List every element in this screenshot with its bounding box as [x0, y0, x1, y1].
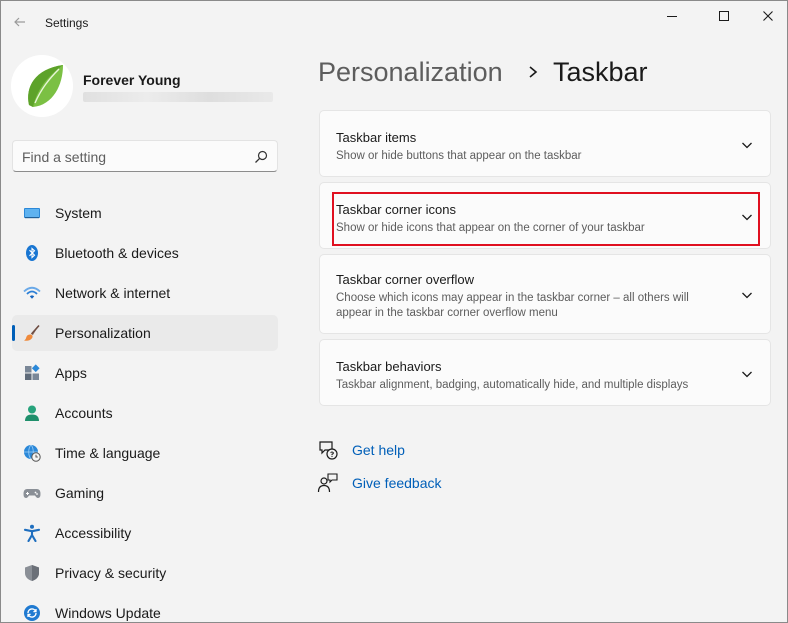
sidebar-item-label: Time & language: [55, 445, 161, 461]
page-title: Taskbar: [553, 57, 648, 87]
help-chat-icon: [319, 441, 338, 460]
sidebar-item-label: Personalization: [55, 325, 151, 341]
chevron-down-icon[interactable]: [740, 288, 754, 302]
globe-clock-icon: [24, 444, 41, 462]
settings-window: Settings Forever Young System Bluetooth …: [0, 0, 788, 623]
maximize-icon: [719, 11, 729, 21]
leaf-icon: [11, 55, 73, 117]
sidebar-item-bluetooth[interactable]: Bluetooth & devices: [12, 235, 278, 271]
update-icon: [24, 605, 40, 621]
gamepad-icon: [23, 489, 41, 498]
chevron-down-icon[interactable]: [740, 367, 754, 381]
search-icon[interactable]: [253, 149, 269, 165]
card-taskbar-items[interactable]: Taskbar items Show or hide buttons that …: [319, 110, 771, 177]
sidebar-item-label: Bluetooth & devices: [55, 245, 179, 261]
search-box[interactable]: [12, 140, 278, 172]
sidebar-item-network[interactable]: Network & internet: [12, 275, 278, 311]
sidebar-item-gaming[interactable]: Gaming: [12, 475, 278, 511]
sidebar-item-privacy[interactable]: Privacy & security: [12, 555, 278, 591]
card-description: Show or hide buttons that appear on the …: [336, 150, 582, 162]
sidebar-item-label: Apps: [55, 365, 87, 381]
sidebar-item-system[interactable]: System: [12, 195, 278, 231]
sidebar-item-label: System: [55, 205, 102, 221]
breadcrumb: Personalization Taskbar: [318, 57, 648, 93]
sidebar-item-windows-update[interactable]: Windows Update: [12, 595, 278, 622]
card-taskbar-behaviors[interactable]: Taskbar behaviors Taskbar alignment, bad…: [319, 339, 771, 406]
minimize-icon: [667, 16, 677, 17]
close-icon: [763, 11, 773, 21]
title-bar: Settings: [1, 1, 787, 45]
close-button[interactable]: [745, 1, 787, 31]
sidebar-item-label: Network & internet: [55, 285, 171, 301]
card-description: appear in the taskbar corner overflow me…: [336, 307, 558, 319]
active-indicator: [12, 325, 15, 341]
sidebar-item-label: Gaming: [55, 485, 105, 501]
sidebar-item-time-language[interactable]: Time & language: [12, 435, 278, 471]
back-button[interactable]: [9, 11, 31, 33]
sidebar-item-accounts[interactable]: Accounts: [12, 395, 278, 431]
card-title: Taskbar corner overflow: [336, 272, 474, 287]
redacted-email: [83, 92, 273, 102]
card-description: Taskbar alignment, badging, automaticall…: [336, 379, 689, 391]
get-help-label: Get help: [352, 442, 405, 458]
sidebar-item-apps[interactable]: Apps: [12, 355, 278, 391]
sidebar-item-label: Windows Update: [55, 605, 161, 621]
card-description: Choose which icons may appear in the tas…: [336, 292, 689, 304]
person-icon: [25, 405, 39, 421]
sidebar-item-personalization[interactable]: Personalization: [12, 315, 278, 351]
avatar[interactable]: [11, 55, 73, 117]
card-title: Taskbar items: [336, 130, 417, 145]
brush-icon: [24, 324, 40, 341]
bluetooth-icon: [26, 245, 38, 261]
search-input[interactable]: [22, 149, 242, 165]
sidebar-item-accessibility[interactable]: Accessibility: [12, 515, 278, 551]
sidebar-item-label: Privacy & security: [55, 565, 167, 581]
back-arrow-icon: [14, 17, 25, 27]
user-name: Forever Young: [83, 72, 181, 88]
apps-icon: [25, 364, 40, 380]
card-taskbar-corner-overflow[interactable]: Taskbar corner overflow Choose which ico…: [319, 254, 771, 334]
wifi-icon: [23, 286, 41, 299]
chevron-right-icon: [529, 66, 538, 78]
sidebar-item-label: Accessibility: [55, 525, 132, 541]
sidebar-item-label: Accounts: [55, 405, 113, 421]
shield-icon: [25, 565, 39, 581]
maximize-button[interactable]: [701, 1, 747, 31]
feedback-icon: [317, 473, 338, 493]
accessibility-icon: [23, 524, 41, 542]
minimize-button[interactable]: [649, 1, 695, 31]
highlight-box: [332, 192, 760, 246]
app-title: Settings: [45, 16, 89, 30]
chevron-down-icon[interactable]: [740, 138, 754, 152]
give-feedback-label: Give feedback: [352, 475, 442, 491]
monitor-icon: [24, 208, 40, 219]
breadcrumb-parent[interactable]: Personalization: [318, 57, 503, 87]
card-title: Taskbar behaviors: [336, 359, 442, 374]
